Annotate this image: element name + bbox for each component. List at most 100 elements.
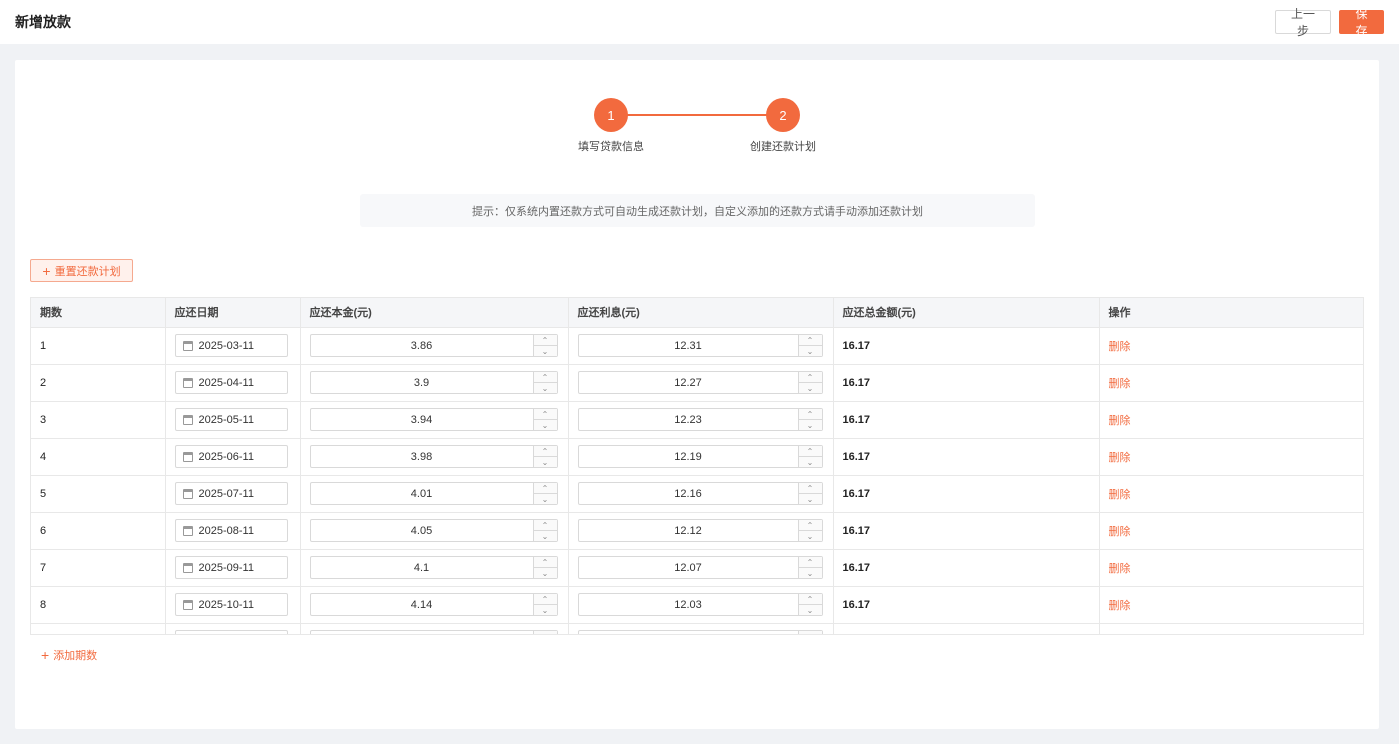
interest-input[interactable]: 12.27 ⌃ ⌄ [577,371,823,394]
delete-link[interactable]: 删除 [1109,452,1131,464]
table-row: 8 2025-10-11 4.14 ⌃ ⌄ 12.03 ⌃ ⌄ 16.17 删除 [31,586,1363,624]
chevron-down-icon[interactable]: ⌄ [798,457,822,467]
interest-input[interactable]: 12.31 ⌃ ⌄ [577,334,823,357]
chevron-down-icon[interactable]: ⌄ [798,420,822,430]
delete-link[interactable]: 删除 [1109,378,1131,390]
chevron-down-icon[interactable]: ⌄ [533,346,557,356]
interest-stepper: ⌃ ⌄ [797,594,822,615]
chevron-up-icon[interactable]: ⌃ [798,520,822,531]
chevron-down-icon[interactable]: ⌄ [533,457,557,467]
principal-input[interactable]: 4.05 ⌃ ⌄ [309,519,558,542]
chevron-up-icon[interactable]: ⌃ [798,594,822,605]
interest-value: 12.27 [674,376,702,389]
interest-input[interactable]: 12.12 ⌃ ⌄ [577,519,823,542]
principal-input[interactable]: 4.1 ⌃ ⌄ [309,556,558,579]
total-cell: 16.17 [833,364,1100,402]
principal-input[interactable]: 3.98 ⌃ ⌄ [309,445,558,468]
interest-input[interactable] [577,630,823,634]
chevron-down-icon[interactable]: ⌄ [533,568,557,578]
prev-step-button[interactable]: 上一步 [1275,7,1331,38]
chevron-down-icon[interactable]: ⌄ [798,383,822,393]
chevron-up-icon[interactable]: ⌃ [798,409,822,420]
chevron-up-icon[interactable]: ⌃ [798,446,822,457]
date-picker[interactable]: 2025-09-11 [174,556,288,579]
date-cell: 2025-04-11 [165,364,301,402]
date-value: 2025-04-11 [198,376,254,389]
chevron-up-icon[interactable]: ⌃ [533,483,557,494]
calendar-icon [182,451,193,462]
date-cell [165,623,301,634]
interest-input[interactable]: 12.07 ⌃ ⌄ [577,556,823,579]
principal-stepper: ⌃ ⌄ [532,335,557,356]
date-picker[interactable]: 2025-06-11 [174,445,288,468]
interest-value: 12.03 [674,598,702,611]
total-cell: 16.17 [833,475,1100,513]
delete-link[interactable]: 删除 [1109,600,1131,612]
principal-cell: 3.86 ⌃ ⌄ [300,327,569,365]
chevron-up-icon[interactable]: ⌃ [533,594,557,605]
period-cell: 1 [31,327,166,365]
chevron-down-icon[interactable]: ⌄ [533,494,557,504]
chevron-up-icon[interactable]: ⌃ [533,335,557,346]
reset-plan-button[interactable]: + 重置还款计划 [30,259,133,282]
calendar-icon [182,599,193,610]
chevron-down-icon[interactable]: ⌄ [533,605,557,615]
interest-input[interactable]: 12.16 ⌃ ⌄ [577,482,823,505]
date-picker[interactable]: 2025-05-11 [174,408,288,431]
add-period-button[interactable]: + 添加期数 [41,647,97,663]
principal-input[interactable]: 4.14 ⌃ ⌄ [309,593,558,616]
chevron-up-icon[interactable]: ⌃ [533,446,557,457]
chevron-up-icon[interactable]: ⌃ [798,372,822,383]
chevron-up-icon[interactable]: ⌃ [798,483,822,494]
repayment-table[interactable]: 期数 应还日期 应还本金(元) 应还利息(元) 应还总金额(元) 操作 1 20… [30,297,1364,635]
save-button[interactable]: 保存 [1339,7,1384,38]
period-cell: 6 [31,512,166,550]
interest-cell: 12.31 ⌃ ⌄ [568,327,834,365]
principal-stepper: ⌃ ⌄ [532,483,557,504]
date-picker[interactable]: 2025-03-11 [174,334,288,357]
chevron-down-icon[interactable]: ⌄ [798,346,822,356]
date-picker[interactable] [174,630,288,634]
chevron-up-icon[interactable]: ⌃ [533,372,557,383]
delete-link[interactable]: 删除 [1109,563,1131,575]
delete-link[interactable]: 删除 [1109,341,1131,353]
delete-link[interactable]: 删除 [1109,415,1131,427]
chevron-down-icon[interactable]: ⌄ [533,420,557,430]
delete-link[interactable]: 删除 [1109,526,1131,538]
principal-input[interactable]: 3.9 ⌃ ⌄ [309,371,558,394]
chevron-up-icon[interactable]: ⌃ [798,557,822,568]
date-picker[interactable]: 2025-08-11 [174,519,288,542]
interest-input[interactable]: 12.19 ⌃ ⌄ [577,445,823,468]
chevron-up-icon[interactable]: ⌃ [533,520,557,531]
chevron-down-icon[interactable]: ⌄ [798,531,822,541]
action-cell: 删除 [1099,438,1363,476]
chevron-down-icon[interactable]: ⌄ [798,605,822,615]
interest-stepper: ⌃ ⌄ [797,446,822,467]
plus-icon: + [41,647,50,663]
chevron-down-icon[interactable]: ⌄ [533,383,557,393]
interest-input[interactable]: 12.23 ⌃ ⌄ [577,408,823,431]
chevron-up-icon[interactable]: ⌃ [533,409,557,420]
chevron-up-icon[interactable]: ⌃ [533,557,557,568]
delete-link[interactable]: 删除 [1109,489,1131,501]
principal-input[interactable]: 4.01 ⌃ ⌄ [309,482,558,505]
interest-cell: 12.03 ⌃ ⌄ [568,586,834,624]
chevron-down-icon[interactable]: ⌄ [798,568,822,578]
interest-cell: 12.07 ⌃ ⌄ [568,549,834,587]
chevron-down-icon[interactable]: ⌄ [533,531,557,541]
date-picker[interactable]: 2025-04-11 [174,371,288,394]
col-principal: 应还本金(元) [300,298,569,328]
principal-cell [300,623,569,634]
interest-input[interactable]: 12.03 ⌃ ⌄ [577,593,823,616]
principal-input[interactable]: 3.86 ⌃ ⌄ [309,334,558,357]
step-1-circle: 1 [594,98,628,132]
principal-input[interactable]: 3.94 ⌃ ⌄ [309,408,558,431]
date-picker[interactable]: 2025-07-11 [174,482,288,505]
date-picker[interactable]: 2025-10-11 [174,593,288,616]
principal-stepper: ⌃ ⌄ [532,594,557,615]
chevron-up-icon[interactable]: ⌃ [798,335,822,346]
action-cell: 删除 [1099,549,1363,587]
tip-banner: 提示：仅系统内置还款方式可自动生成还款计划，自定义添加的还款方式请手动添加还款计… [360,194,1035,227]
principal-input[interactable] [309,630,558,634]
chevron-down-icon[interactable]: ⌄ [798,494,822,504]
